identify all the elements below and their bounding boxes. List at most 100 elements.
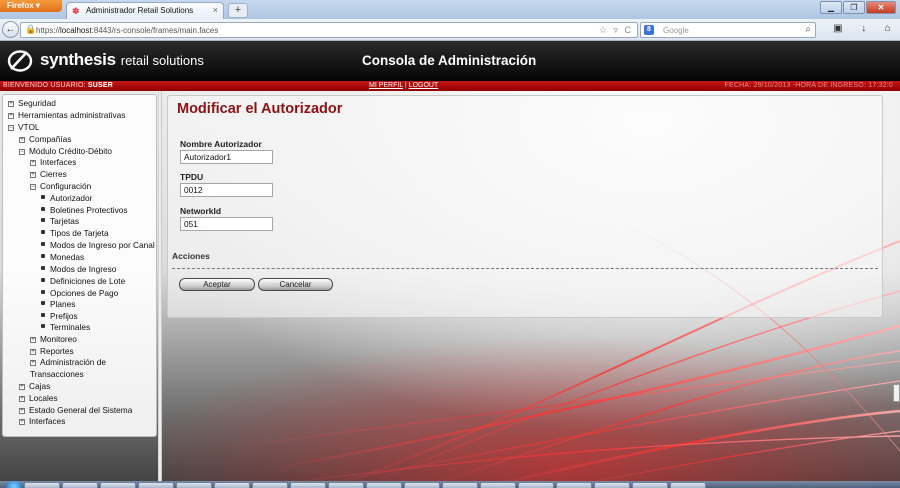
tree-item-prefijos[interactable]: Prefijos [40,311,78,322]
download-icon[interactable]: ↓ [861,23,866,37]
tree-label: Transacciones [30,369,84,379]
tree-item-administracion-transacciones[interactable]: + Administración de [30,357,106,368]
tree-item-monitoreo[interactable]: + Monitoreo [30,334,77,345]
taskbar-item[interactable] [594,482,630,488]
taskbar-item[interactable] [138,482,174,488]
tree-item-tarjetas[interactable]: Tarjetas [40,216,79,227]
field-label-networkid: NetworkId [180,206,222,216]
panel-divider[interactable] [158,91,162,488]
expand-icon[interactable]: + [30,360,36,366]
expand-icon[interactable]: + [19,384,25,390]
expand-icon[interactable]: + [8,113,14,119]
collapse-icon[interactable]: − [30,184,36,190]
bullet-icon [41,301,45,305]
taskbar-item[interactable] [252,482,288,488]
networkid-input[interactable] [180,217,273,231]
tree-item-boletines[interactable]: Boletines Protectivos [40,205,127,216]
tree-item-configuracion[interactable]: − Configuración [30,181,91,192]
taskbar-item[interactable] [442,482,478,488]
taskbar-item[interactable] [632,482,668,488]
tree-item-companias[interactable]: + Compañías [19,134,71,145]
tree-item-cierres[interactable]: + Cierres [30,169,67,180]
reload-icon[interactable]: C [625,25,634,35]
url-bar[interactable]: 🔒 https://localhost:8443/rs-console/fram… [20,22,638,38]
taskbar-item[interactable] [366,482,402,488]
browser-tab[interactable]: ✽ Administrador Retail Solutions × [66,2,224,19]
tree-item-autorizador[interactable]: Autorizador [40,193,92,204]
new-tab-button[interactable]: + [228,3,248,18]
nombre-autorizador-input[interactable] [180,150,273,164]
tree-item-interfaces[interactable]: + Interfaces [30,157,76,168]
taskbar-item[interactable] [62,482,98,488]
loading-icon: ✽ [72,6,80,16]
taskbar-item[interactable] [328,482,364,488]
tree-item-estado-general[interactable]: + Estado General del Sistema [19,405,132,416]
taskbar-item[interactable] [214,482,250,488]
taskbar-item[interactable] [100,482,136,488]
side-scroll-tab[interactable] [893,384,900,402]
tree-item-modos-ingreso[interactable]: Modos de Ingreso [40,264,116,275]
taskbar-item[interactable] [518,482,554,488]
tree-item-definiciones-lote[interactable]: Definiciones de Lote [40,276,125,287]
search-icon[interactable]: ⌕ [805,24,811,35]
taskbar-item[interactable] [24,482,60,488]
collapse-icon[interactable]: − [8,125,14,131]
tree-item-modulo-credito-debito[interactable]: − Módulo Crédito-Débito [19,146,112,157]
expand-icon[interactable]: + [30,337,36,343]
cancel-button[interactable]: Cancelar [258,278,333,291]
bookmarks-menu-icon[interactable]: ▣ [833,23,842,37]
expand-icon[interactable]: + [8,101,14,107]
bullet-icon [41,290,45,294]
taskbar-item[interactable] [176,482,212,488]
logout-link[interactable]: LOGOUT [409,82,439,89]
browser-titlebar: Firefox ▾ ✽ Administrador Retail Solutio… [0,0,900,19]
taskbar-item[interactable] [556,482,592,488]
tree-item-monedas[interactable]: Monedas [40,252,84,263]
expand-icon[interactable]: + [19,396,25,402]
google-icon[interactable]: 8 [644,25,654,35]
tree-item-opciones-pago[interactable]: Opciones de Pago [40,288,118,299]
expand-icon[interactable]: + [30,160,36,166]
my-profile-link[interactable]: MI PERFIL [369,82,403,89]
firefox-menu-button[interactable]: Firefox ▾ [0,0,62,12]
app-header: synthesis retail solutions Consola de Adm… [0,41,900,81]
tree-item-planes[interactable]: Planes [40,299,75,310]
restore-button[interactable]: ❐ [843,1,865,14]
search-bar[interactable]: 8 Google ⌕ [640,22,816,38]
tree-item-herramientas[interactable]: + Herramientas administrativas [8,110,125,121]
collapse-icon[interactable]: − [19,149,25,155]
start-button[interactable] [6,481,22,488]
expand-icon[interactable]: + [19,408,25,414]
expand-icon[interactable]: + [19,137,25,143]
taskbar-item[interactable] [480,482,516,488]
tree-item-cajas[interactable]: + Cajas [19,381,50,392]
close-window-button[interactable]: ✕ [866,1,896,14]
tree-item-seguridad[interactable]: + Seguridad [8,98,56,109]
tree-item-modos-ingreso-canal[interactable]: Modos de Ingreso por Canal [40,240,155,251]
tpdu-input[interactable] [180,183,273,197]
back-button[interactable]: ← [2,21,19,38]
toolbar-icons: ▣ ↓ ⌂ [824,23,900,37]
url-text: https://localhost:8443/rs-console/frames… [36,26,218,35]
taskbar-item[interactable] [670,482,706,488]
tree-item-tipos-tarjeta[interactable]: Tipos de Tarjeta [40,228,109,239]
expand-icon[interactable]: + [19,419,25,425]
dropdown-icon[interactable]: ▿ [613,25,620,35]
tree-label: Seguridad [18,98,56,108]
tree-item-locales[interactable]: + Locales [19,393,58,404]
accept-button[interactable]: Aceptar [179,278,255,291]
bookmark-star-icon[interactable]: ☆ [599,25,609,35]
tree-item-vtol[interactable]: − VTOL [8,122,40,133]
expand-icon[interactable]: + [30,172,36,178]
close-tab-icon[interactable]: × [213,5,218,15]
expand-icon[interactable]: + [30,349,36,355]
tree-item-interfaces-root[interactable]: + Interfaces [19,416,65,427]
home-icon[interactable]: ⌂ [885,23,891,37]
tree-item-transacciones-cont[interactable]: Transacciones [30,369,84,380]
tree-item-reportes[interactable]: + Reportes [30,346,74,357]
taskbar-item[interactable] [404,482,440,488]
taskbar-item[interactable] [290,482,326,488]
minimize-button[interactable]: ▁ [820,1,842,14]
tree-label: Cierres [40,169,67,179]
tree-item-terminales[interactable]: Terminales [40,322,90,333]
